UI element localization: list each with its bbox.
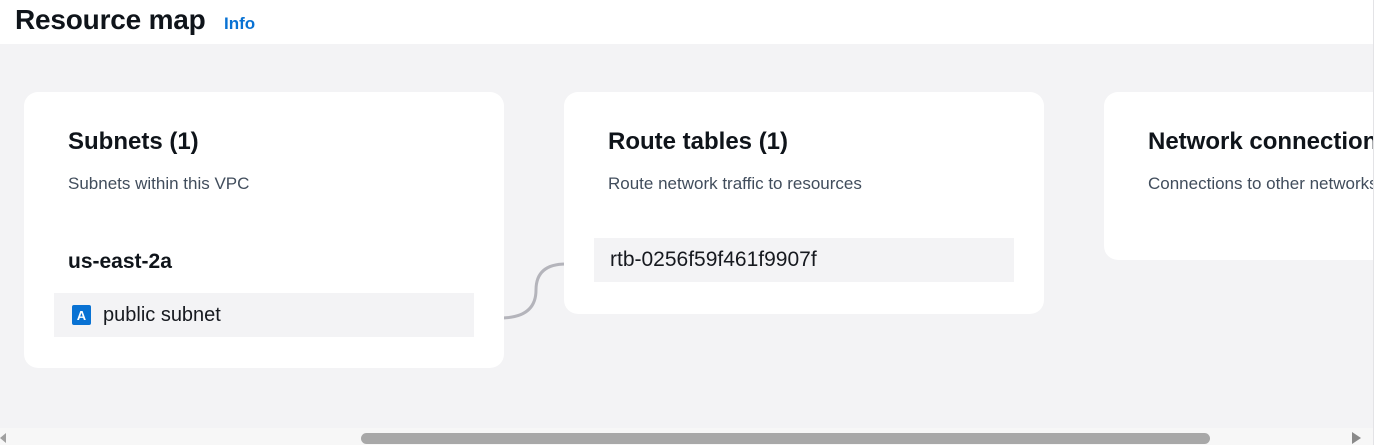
route-table-item[interactable]: rtb-0256f59f461f9907f bbox=[594, 238, 1014, 282]
route-table-item-label: rtb-0256f59f461f9907f bbox=[610, 248, 817, 271]
subnets-card-title: Subnets (1) bbox=[68, 128, 199, 155]
horizontal-scrollbar[interactable] bbox=[0, 428, 1373, 445]
subnet-item-label: public subnet bbox=[103, 303, 221, 326]
route-tables-card-title: Route tables (1) bbox=[608, 128, 789, 155]
route-tables-card: Route tables (1) Route network traffic t… bbox=[564, 92, 1044, 314]
scrollbar-thumb[interactable] bbox=[361, 433, 1210, 444]
network-connections-card-title: Network connections bbox=[1148, 128, 1373, 155]
network-connections-card-description: Connections to other networks bbox=[1148, 174, 1373, 193]
subnets-card-description: Subnets within this VPC bbox=[68, 174, 250, 193]
network-connections-card: Network connections Connections to other… bbox=[1104, 92, 1373, 260]
info-link[interactable]: Info bbox=[224, 14, 255, 34]
right-edge bbox=[1373, 0, 1395, 445]
az-badge-icon: A bbox=[72, 305, 91, 325]
page-title: Resource map bbox=[15, 4, 206, 35]
subnet-item[interactable]: A public subnet bbox=[54, 293, 474, 337]
resource-map-header: Resource map Info bbox=[0, 0, 1373, 44]
scroll-right-arrow-icon[interactable] bbox=[1352, 432, 1361, 444]
subnets-card: Subnets (1) Subnets within this VPC us-e… bbox=[24, 92, 504, 368]
resource-map-canvas: Subnets (1) Subnets within this VPC us-e… bbox=[0, 44, 1373, 428]
route-tables-card-description: Route network traffic to resources bbox=[608, 174, 862, 193]
scroll-left-arrow-icon[interactable] bbox=[0, 433, 6, 443]
availability-zone-label: us-east-2a bbox=[68, 250, 172, 273]
